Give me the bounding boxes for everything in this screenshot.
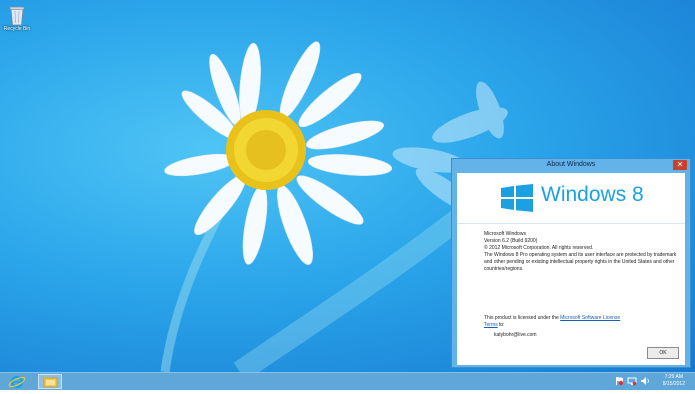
license-terms-link[interactable]: Microsoft Software License: [560, 315, 620, 321]
dialog-titlebar[interactable]: About Windows ✕: [452, 159, 690, 173]
ok-button[interactable]: OK: [647, 347, 679, 359]
clock-time: 7:29 AM: [664, 374, 684, 380]
file-explorer-button[interactable]: [38, 374, 62, 389]
license-text: This product is licensed under the Micro…: [484, 315, 680, 329]
licensee-email: katybohr@live.com: [494, 332, 537, 338]
dialog-title: About Windows: [546, 161, 596, 168]
copyright-text: © 2012 Microsoft Corporation. All rights…: [484, 245, 594, 251]
license-prefix: This product is licensed under the: [484, 315, 559, 321]
file-explorer-icon: [43, 377, 58, 388]
windows-logo-icon: [501, 184, 533, 212]
windows-8-wordmark: Windows 8: [541, 183, 644, 206]
license-terms-link-2[interactable]: Terms: [484, 322, 498, 328]
network-icon[interactable]: [627, 376, 637, 386]
recycle-bin[interactable]: Recycle Bin: [2, 4, 32, 32]
about-windows-dialog: About Windows ✕ Windows 8 Microsoft Wind…: [451, 158, 691, 368]
internet-explorer-button[interactable]: [8, 374, 32, 389]
action-center-flag-icon[interactable]: [614, 376, 624, 386]
protection-text: The Windows 8 Pro operating system and i…: [484, 252, 677, 272]
volume-icon[interactable]: [640, 376, 650, 386]
internet-explorer-icon: [8, 375, 26, 389]
recycle-bin-icon: [9, 6, 25, 26]
license-suffix: to:: [499, 322, 505, 328]
taskbar-clock[interactable]: 7:29 AM 8/15/2012: [663, 374, 685, 388]
dialog-content: Windows 8 Microsoft Windows Version 6.2 …: [457, 173, 685, 365]
product-name: Microsoft Windows: [484, 231, 526, 237]
recycle-bin-label: Recycle Bin: [3, 26, 31, 32]
version-text: Version 6.2 (Build 9200): [484, 238, 538, 244]
clock-date: 8/15/2012: [662, 381, 685, 387]
close-button[interactable]: ✕: [673, 160, 687, 170]
version-info: Microsoft Windows Version 6.2 (Build 920…: [484, 231, 680, 339]
windows-logo-banner: Windows 8: [457, 173, 685, 224]
taskbar: 7:29 AM 8/15/2012: [0, 372, 695, 390]
